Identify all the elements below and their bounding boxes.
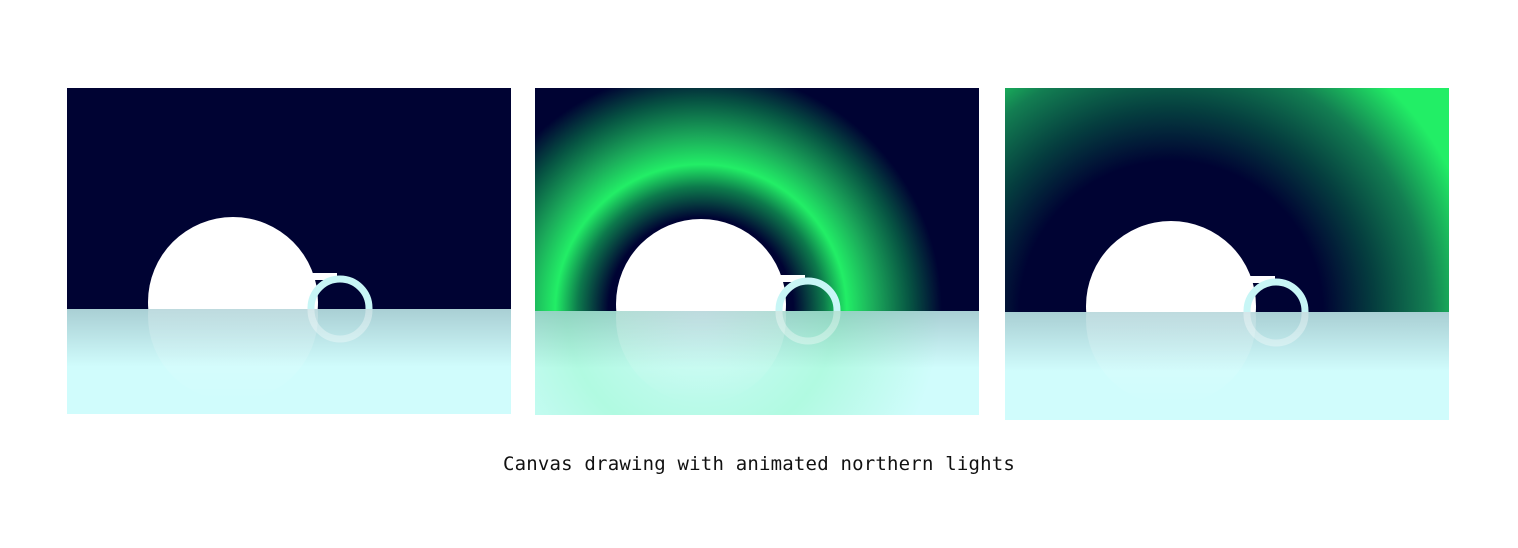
animation-frame-3	[1005, 88, 1449, 420]
animation-frame-2	[535, 88, 979, 415]
caption: Canvas drawing with animated northern li…	[502, 453, 1016, 475]
frame-1-canvas	[67, 88, 511, 414]
frame-3-canvas	[1005, 88, 1449, 420]
animation-frame-1	[67, 88, 511, 414]
frame-2-canvas	[535, 88, 979, 415]
